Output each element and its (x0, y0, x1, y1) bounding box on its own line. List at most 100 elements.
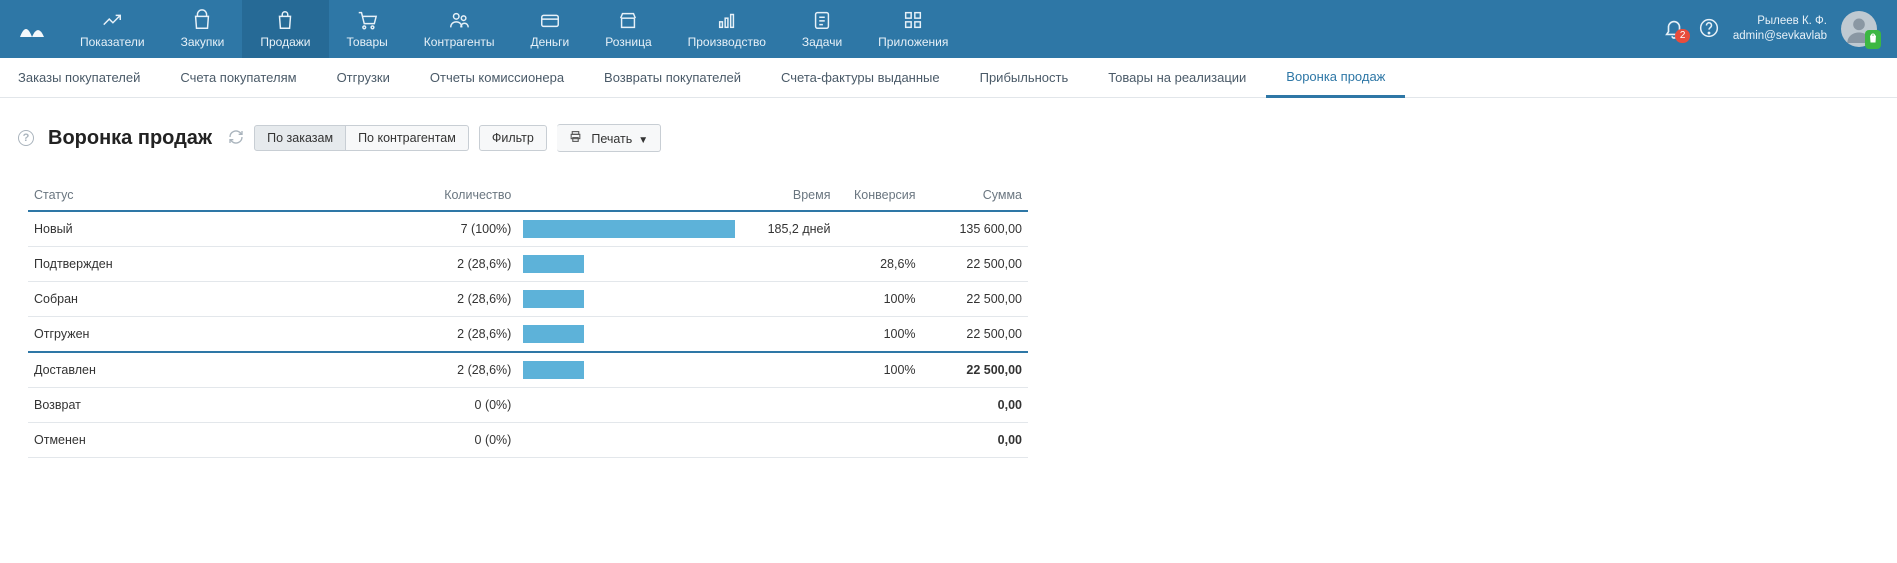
subnav-item[interactable]: Отгрузки (317, 58, 410, 97)
cell-bar (517, 247, 740, 282)
cell-qty: 0 (0%) (347, 388, 517, 423)
purchases-icon (191, 9, 213, 31)
table-row[interactable]: Новый7 (100%)185,2 дней135 600,00 (28, 211, 1028, 247)
tasks-icon (811, 9, 833, 31)
cell-bar (517, 352, 740, 388)
subnav-item[interactable]: Отчеты комиссионера (410, 58, 584, 97)
cell-conv (836, 388, 921, 423)
nav-retail[interactable]: Розница (587, 0, 669, 58)
cell-sum: 22 500,00 (922, 352, 1028, 388)
cell-conv (836, 211, 921, 247)
sales-icon (274, 9, 296, 31)
th-sum[interactable]: Сумма (922, 180, 1028, 211)
toggle-by-counterparties[interactable]: По контрагентам (346, 125, 469, 151)
cell-conv: 100% (836, 282, 921, 317)
nav-label: Товары (347, 35, 388, 49)
indicators-icon (101, 9, 123, 31)
user-name: Рылеев К. Ф. (1733, 14, 1827, 29)
nav-counterparties[interactable]: Контрагенты (406, 0, 513, 58)
th-status[interactable]: Статус (28, 180, 347, 211)
retail-icon (617, 9, 639, 31)
help-button[interactable] (1699, 18, 1719, 41)
help-icon[interactable]: ? (18, 130, 34, 146)
apps-icon (902, 9, 924, 31)
cell-sum: 0,00 (922, 423, 1028, 458)
table-row[interactable]: Доставлен2 (28,6%) 100%22 500,00 (28, 352, 1028, 388)
nav-purchases[interactable]: Закупки (163, 0, 243, 58)
cell-sum: 135 600,00 (922, 211, 1028, 247)
production-icon (716, 9, 738, 31)
cell-qty: 2 (28,6%) (347, 247, 517, 282)
nav-apps[interactable]: Приложения (860, 0, 966, 58)
cell-sum: 22 500,00 (922, 317, 1028, 353)
nav-tasks[interactable]: Задачи (784, 0, 860, 58)
cell-qty: 2 (28,6%) (347, 317, 517, 353)
sub-nav: Заказы покупателейСчета покупателямОтгру… (0, 58, 1897, 98)
subnav-item[interactable]: Возвраты покупателей (584, 58, 761, 97)
filter-button[interactable]: Фильтр (479, 125, 547, 151)
nav-production[interactable]: Производство (670, 0, 784, 58)
cell-time (741, 423, 837, 458)
cell-qty: 2 (28,6%) (347, 282, 517, 317)
subnav-item[interactable]: Счета покупателям (160, 58, 316, 97)
nav-label: Контрагенты (424, 35, 495, 49)
avatar[interactable] (1841, 11, 1877, 47)
nav-sales[interactable]: Продажи (242, 0, 328, 58)
nav-label: Приложения (878, 35, 948, 49)
goods-icon (356, 9, 378, 31)
nav-indicators[interactable]: Показатели (62, 0, 163, 58)
refresh-icon[interactable] (228, 129, 244, 148)
table-row[interactable]: Возврат0 (0%)0,00 (28, 388, 1028, 423)
top-nav: Показатели Закупки Продажи Товары Контрагент… (0, 0, 1897, 58)
user-email: admin@sevkavlab (1733, 29, 1827, 44)
subnav-item[interactable]: Заказы покупателей (18, 58, 160, 97)
nav-goods[interactable]: Товары (329, 0, 406, 58)
cell-bar (517, 211, 740, 247)
cell-time: 185,2 дней (741, 211, 837, 247)
table-row[interactable]: Подтвержден2 (28,6%)28,6%22 500,00 (28, 247, 1028, 282)
cell-time (741, 282, 837, 317)
th-qty[interactable]: Количество (347, 180, 517, 211)
subnav-item[interactable]: Товары на реализации (1088, 58, 1266, 97)
nav-money[interactable]: Деньги (512, 0, 587, 58)
app-logo[interactable] (16, 13, 48, 45)
cell-status: Новый (28, 211, 347, 247)
cell-qty: 2 (28,6%) (347, 352, 517, 388)
cell-conv: 100% (836, 317, 921, 353)
th-conv[interactable]: Конверсия (836, 180, 921, 211)
nav-label: Показатели (80, 35, 145, 49)
cell-time (741, 388, 837, 423)
page-header: ? Воронка продаж По заказам По контраген… (0, 98, 1897, 170)
cell-bar (517, 423, 740, 458)
table-row[interactable]: Отменен0 (0%)0,00 (28, 423, 1028, 458)
cell-conv: 100% (836, 352, 921, 388)
money-icon (539, 9, 561, 31)
table-row[interactable]: Собран2 (28,6%)100%22 500,00 (28, 282, 1028, 317)
subnav-item[interactable]: Прибыльность (960, 58, 1089, 97)
funnel-table: Статус Количество Время Конверсия Сумма … (28, 180, 1028, 458)
cell-qty: 0 (0%) (347, 423, 517, 458)
cell-time (741, 352, 837, 388)
cell-status: Доставлен (28, 352, 347, 388)
subnav-item[interactable]: Воронка продаж (1266, 59, 1405, 98)
cell-sum: 0,00 (922, 388, 1028, 423)
user-block[interactable]: Рылеев К. Ф. admin@sevkavlab (1733, 14, 1827, 44)
nav-label: Деньги (530, 35, 569, 49)
print-button[interactable]: Печать▼ (557, 124, 661, 152)
table-row[interactable]: Отгружен2 (28,6%)100%22 500,00 (28, 317, 1028, 353)
nav-label: Продажи (260, 35, 310, 49)
printer-icon (569, 132, 585, 146)
th-time[interactable]: Время (741, 180, 837, 211)
chevron-down-icon: ▼ (638, 135, 648, 146)
counterparties-icon (448, 9, 470, 31)
toggle-by-orders[interactable]: По заказам (254, 125, 346, 151)
cell-bar (517, 282, 740, 317)
cell-bar (517, 317, 740, 353)
cell-conv (836, 423, 921, 458)
page-title: Воронка продаж (48, 127, 212, 150)
notifications-button[interactable]: 2 (1663, 17, 1685, 42)
nav-label: Задачи (802, 35, 842, 49)
shopping-bag-icon (1865, 30, 1881, 49)
subnav-item[interactable]: Счета-фактуры выданные (761, 58, 960, 97)
cell-sum: 22 500,00 (922, 247, 1028, 282)
